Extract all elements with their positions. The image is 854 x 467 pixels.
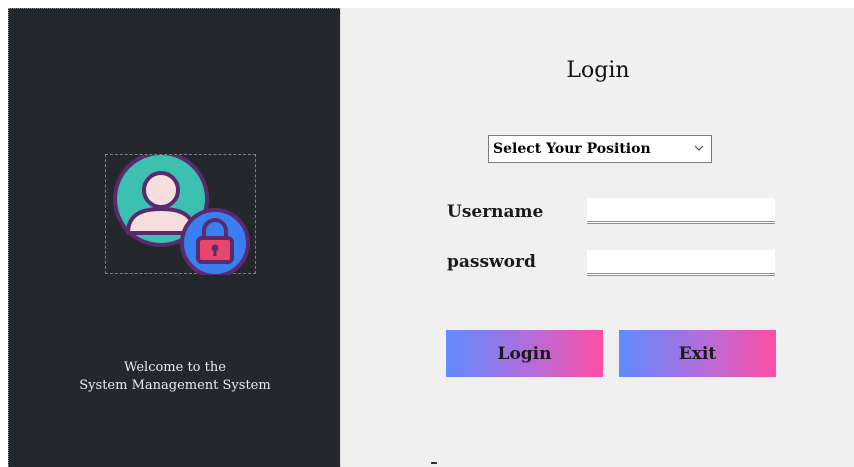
welcome-line-1: Welcome to the (124, 360, 226, 375)
logo-frame (105, 154, 256, 275)
login-button[interactable]: Login (446, 330, 603, 377)
page-title: Login (566, 58, 630, 83)
chevron-down-icon (694, 145, 704, 151)
form-marker (431, 462, 437, 464)
welcome-sidebar: Welcome to the System Management System (8, 8, 340, 467)
username-label: Username (447, 202, 544, 222)
user-lock-icon (113, 155, 250, 275)
exit-button[interactable]: Exit (619, 330, 776, 377)
login-window: Welcome to the System Management System … (8, 8, 854, 467)
password-input[interactable] (587, 250, 775, 276)
welcome-line-2: System Management System (79, 378, 271, 393)
welcome-message: Welcome to the System Management System (9, 359, 341, 395)
position-select-value: Select Your Position (493, 141, 651, 157)
password-label: password (447, 252, 536, 272)
login-form: Login Select Your Position Username pass… (340, 8, 854, 467)
position-select[interactable]: Select Your Position (488, 135, 712, 163)
username-input[interactable] (587, 198, 775, 224)
